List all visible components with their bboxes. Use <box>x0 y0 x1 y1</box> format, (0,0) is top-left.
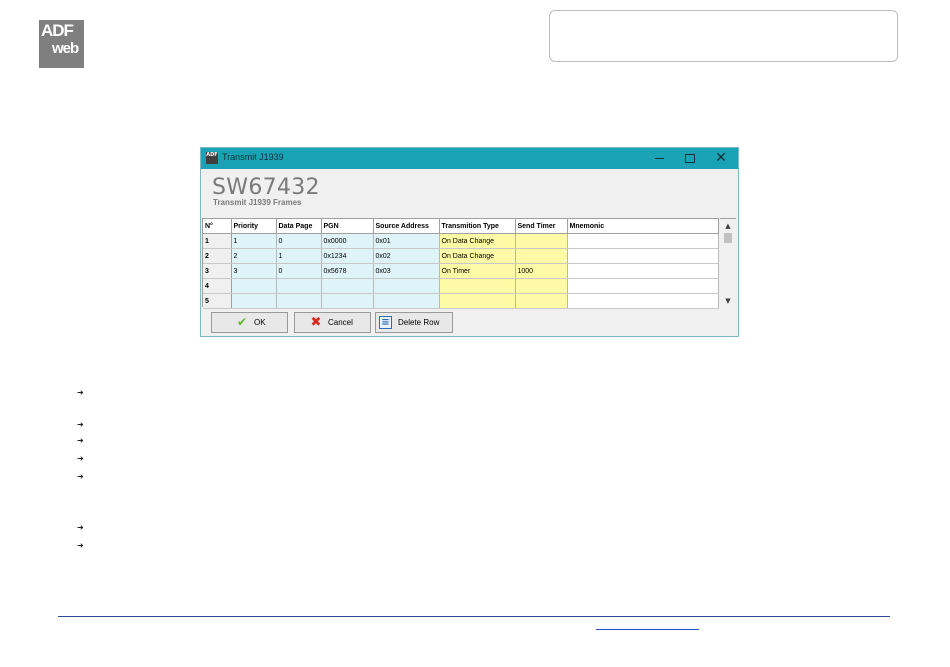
minimize-button[interactable] <box>644 148 674 169</box>
source-address-cell[interactable] <box>373 293 440 309</box>
row-number[interactable]: 3 <box>203 263 232 279</box>
close-icon: ✕ <box>715 150 727 166</box>
row-number[interactable]: 4 <box>203 278 232 294</box>
col-header-data-page[interactable]: Data Page <box>276 219 322 234</box>
col-header-number[interactable]: N° <box>203 219 232 234</box>
send-timer-cell[interactable] <box>515 233 568 249</box>
row-number[interactable]: 5 <box>203 293 232 309</box>
bullet-arrow-icon: ➜ <box>77 523 84 532</box>
col-header-priority[interactable]: Priority <box>231 219 277 234</box>
source-address-cell[interactable]: 0x02 <box>373 248 440 264</box>
grid-header-row: N° Priority Data Page PGN Source Address… <box>203 219 719 234</box>
bullet-arrow-icon: ➜ <box>77 436 84 445</box>
logo-text-line1: ADF <box>41 21 74 40</box>
mnemonic-cell[interactable] <box>567 293 719 309</box>
grid-vertical-scrollbar[interactable]: ▲ ▼ <box>720 218 736 307</box>
bullet-arrow-icon: ➜ <box>77 420 84 429</box>
bullet-arrow-icon: ➜ <box>77 388 84 397</box>
data-page-cell[interactable] <box>276 293 322 309</box>
priority-cell[interactable] <box>231 278 277 294</box>
col-header-source-address[interactable]: Source Address <box>373 219 440 234</box>
pgn-cell[interactable]: 0x5678 <box>321 263 374 279</box>
app-icon: ADF <box>206 152 218 164</box>
source-address-cell[interactable] <box>373 278 440 294</box>
close-button[interactable]: ✕ <box>706 148 736 169</box>
pgn-cell[interactable]: 0x1234 <box>321 248 374 264</box>
logo-text-line2: web <box>52 40 79 57</box>
data-page-cell[interactable]: 1 <box>276 248 322 264</box>
pgn-cell[interactable]: 0x0000 <box>321 233 374 249</box>
data-page-cell[interactable]: 0 <box>276 263 322 279</box>
footer-divider <box>58 616 890 617</box>
window-title: Transmit J1939 <box>222 152 284 162</box>
data-page-cell[interactable] <box>276 278 322 294</box>
adfweb-logo: ADF web <box>39 20 84 68</box>
transmition-type-cell[interactable]: On Data Change <box>439 248 516 264</box>
cancel-button-label: Cancel <box>328 318 353 327</box>
table-row: 5 <box>203 293 719 309</box>
checkmark-icon: ✔ <box>236 315 248 329</box>
scroll-up-icon[interactable]: ▲ <box>720 220 736 232</box>
table-row: 2 2 1 0x1234 0x02 On Data Change <box>203 248 719 264</box>
table-row: 1 1 0 0x0000 0x01 On Data Change <box>203 233 719 249</box>
source-address-cell[interactable]: 0x03 <box>373 263 440 279</box>
priority-cell[interactable]: 3 <box>231 263 277 279</box>
send-timer-cell[interactable] <box>515 248 568 264</box>
priority-cell[interactable]: 1 <box>231 233 277 249</box>
transmit-j1939-window: ADF Transmit J1939 ✕ SW67432 Transmit J1… <box>200 147 739 337</box>
transmition-type-cell[interactable]: On Data Change <box>439 233 516 249</box>
mnemonic-cell[interactable] <box>567 278 719 294</box>
mnemonic-cell[interactable] <box>567 248 719 264</box>
maximize-button[interactable] <box>675 148 705 169</box>
priority-cell[interactable] <box>231 293 277 309</box>
mnemonic-cell[interactable] <box>567 263 719 279</box>
window-titlebar[interactable]: ADF Transmit J1939 ✕ <box>201 148 738 169</box>
ok-button[interactable]: ✔ OK <box>211 312 288 333</box>
frames-table: N° Priority Data Page PGN Source Address… <box>203 219 719 309</box>
source-address-cell[interactable]: 0x01 <box>373 233 440 249</box>
delete-row-button[interactable]: ≡ Delete Row <box>375 312 453 333</box>
priority-cell[interactable]: 2 <box>231 248 277 264</box>
transmition-type-cell[interactable]: On Timer <box>439 263 516 279</box>
minimize-icon <box>654 158 664 159</box>
col-header-pgn[interactable]: PGN <box>321 219 374 234</box>
footer-link-underline[interactable] <box>596 629 699 630</box>
send-timer-cell[interactable] <box>515 278 568 294</box>
row-number[interactable]: 1 <box>203 233 232 249</box>
transmition-type-cell[interactable] <box>439 278 516 294</box>
col-header-mnemonic[interactable]: Mnemonic <box>567 219 719 234</box>
pgn-cell[interactable] <box>321 278 374 294</box>
maximize-icon <box>685 154 695 163</box>
bullet-arrow-icon: ➜ <box>77 454 84 463</box>
send-timer-cell[interactable] <box>515 293 568 309</box>
col-header-send-timer[interactable]: Send Timer <box>515 219 568 234</box>
pgn-cell[interactable] <box>321 293 374 309</box>
cancel-x-icon: ✖ <box>310 315 322 330</box>
page-subtitle: Transmit J1939 Frames <box>213 198 302 207</box>
transmition-type-cell[interactable] <box>439 293 516 309</box>
scroll-down-icon[interactable]: ▼ <box>720 295 736 307</box>
ok-button-label: OK <box>254 318 266 327</box>
table-row: 4 <box>203 278 719 294</box>
table-row: 3 3 0 0x5678 0x03 On Timer 1000 <box>203 263 719 279</box>
header-info-box <box>549 10 898 62</box>
data-page-cell[interactable]: 0 <box>276 233 322 249</box>
cancel-button[interactable]: ✖ Cancel <box>294 312 371 333</box>
bullet-arrow-icon: ➜ <box>77 541 84 550</box>
mnemonic-cell[interactable] <box>567 233 719 249</box>
send-timer-cell[interactable]: 1000 <box>515 263 568 279</box>
scrollbar-thumb[interactable] <box>724 233 732 243</box>
col-header-transmition-type[interactable]: Transmition Type <box>439 219 516 234</box>
bullet-arrow-icon: ➜ <box>77 472 84 481</box>
product-code-heading: SW67432 <box>212 175 320 200</box>
frames-grid: N° Priority Data Page PGN Source Address… <box>202 218 719 309</box>
delete-row-icon: ≡ <box>379 316 392 329</box>
row-number[interactable]: 2 <box>203 248 232 264</box>
delete-row-button-label: Delete Row <box>398 318 440 327</box>
